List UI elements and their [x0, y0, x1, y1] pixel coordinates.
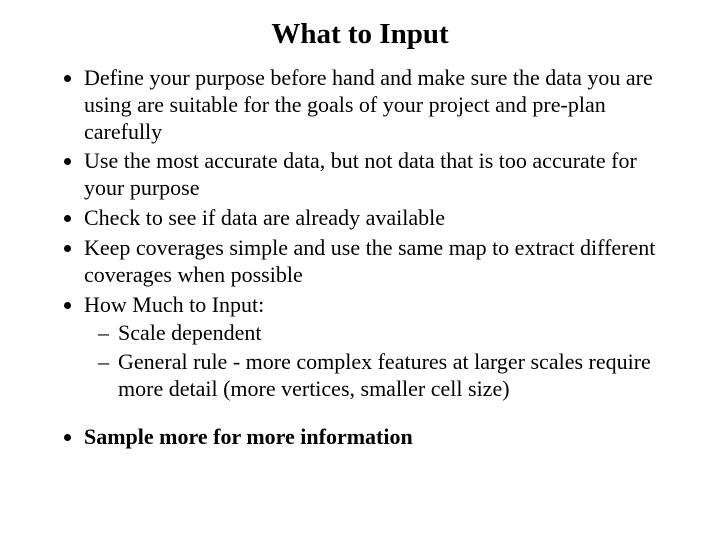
bullet-list: Define your purpose before hand and make…: [50, 65, 670, 403]
bullet-list-bold: Sample more for more information: [50, 424, 670, 451]
list-item: Use the most accurate data, but not data…: [84, 148, 670, 202]
sub-list-item: Scale dependent: [118, 320, 670, 347]
sub-bullet-list: Scale dependent General rule - more comp…: [84, 320, 670, 402]
slide-title: What to Input: [50, 18, 670, 51]
slide-container: What to Input Define your purpose before…: [0, 0, 720, 540]
list-item: Keep coverages simple and use the same m…: [84, 235, 670, 289]
sub-list-item: General rule - more complex features at …: [118, 349, 670, 403]
list-item-bold: Sample more for more information: [84, 424, 670, 451]
list-item-label: How Much to Input:: [84, 292, 264, 317]
list-item: Check to see if data are already availab…: [84, 205, 670, 232]
spacer: [50, 406, 670, 424]
list-item: Define your purpose before hand and make…: [84, 65, 670, 145]
list-item: How Much to Input: Scale dependent Gener…: [84, 292, 670, 403]
